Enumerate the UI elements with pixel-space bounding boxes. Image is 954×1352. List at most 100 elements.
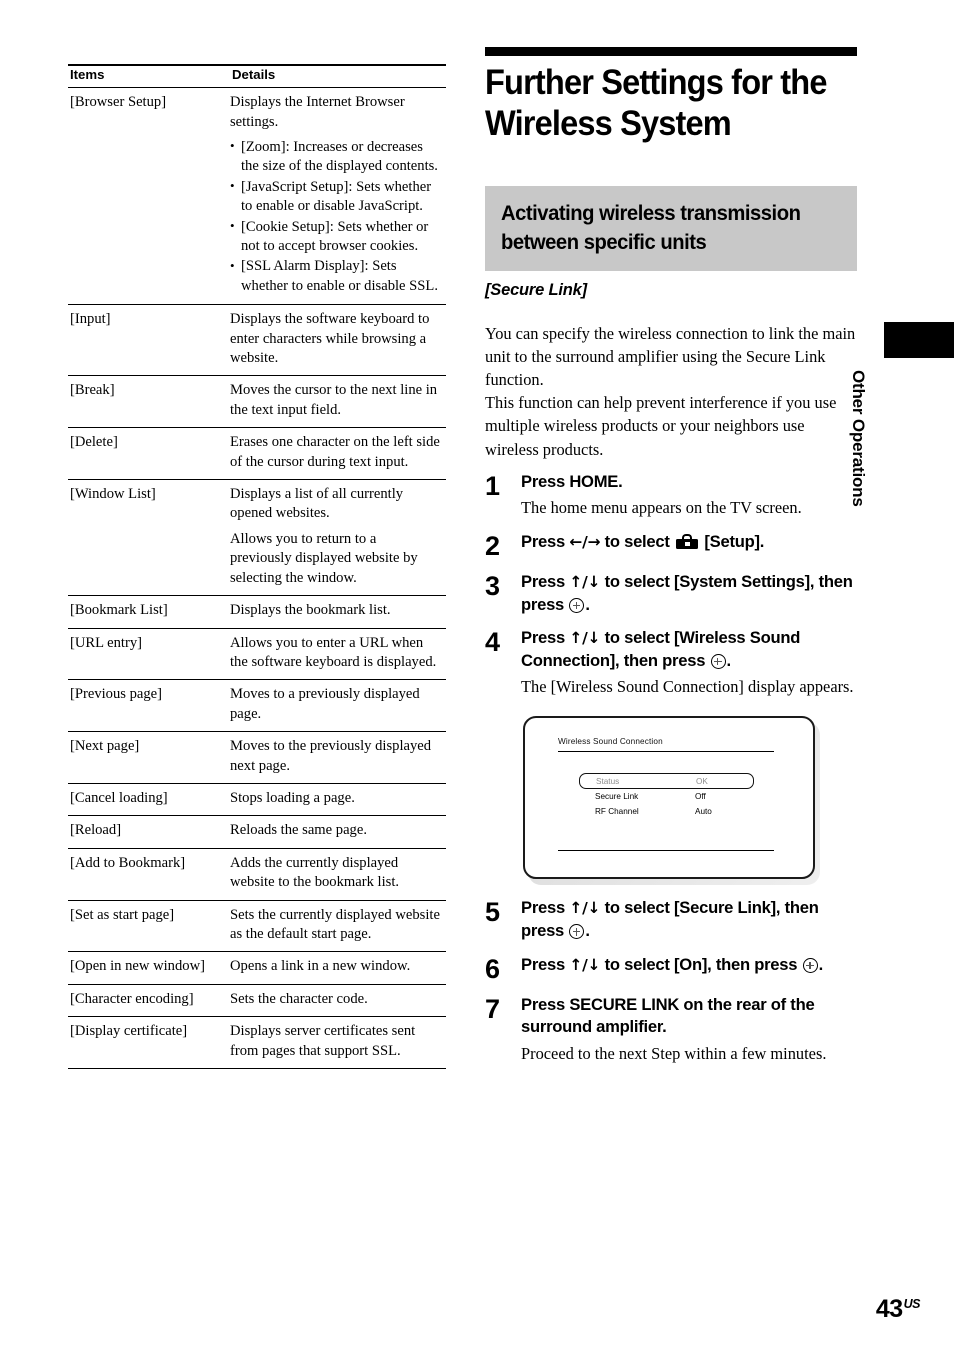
cell-details: Allows you to enter a URL when the softw… (230, 628, 446, 681)
cell-item: [Window List] (68, 479, 230, 597)
cell-details: Moves to a previously displayed page. (230, 679, 446, 733)
cell-item: [Break] (68, 375, 230, 429)
intro-text: You can specify the wireless connection … (485, 322, 857, 461)
chapter-tab-marker (884, 322, 954, 358)
cell-item: [Reload] (68, 815, 230, 849)
step-body: Press ↑/↓ to select [System Settings], t… (521, 571, 857, 616)
cell-details: Stops loading a page. (230, 783, 446, 817)
step-note: The [Wireless Sound Connection] display … (521, 677, 854, 697)
cell-item: [Browser Setup] (68, 87, 230, 306)
step-number: 1 (485, 470, 500, 501)
detail-paragraph: Displays server certificates sent from p… (230, 1023, 416, 1059)
table-row: [Add to Bookmark] Adds the currently disp… (68, 848, 446, 901)
cell-details: Moves to the previously displayed next p… (230, 731, 446, 784)
tv-setting-row-selected[interactable]: Status OK (579, 773, 754, 790)
cell-item: [Add to Bookmark] (68, 848, 230, 901)
tv-setting-label: RF Channel (595, 807, 639, 817)
step-number: 2 (485, 531, 500, 562)
step-text-after: . (585, 921, 590, 940)
cell-details: Erases one character on the left side of… (230, 427, 446, 481)
table-row: [Display certificate] Displays server cer… (68, 1016, 446, 1070)
step-body: Press ←/→ to select [Setup]. (521, 531, 857, 554)
step-text-mid: to select [On], then press (600, 954, 802, 974)
step-instruction: Press ↑/↓ to select [On], then press . (521, 954, 857, 977)
step-number: 3 (485, 571, 500, 602)
table-row: [Browser Setup] Displays the Internet Bro… (68, 87, 446, 306)
detail-paragraph: Opens a link in a new window. (230, 958, 411, 975)
step-body: Press SECURE LINK on the rear of the sur… (521, 994, 857, 1066)
step-text-after: . (726, 650, 732, 670)
intro-paragraph-2: This function can help prevent interfere… (485, 393, 837, 459)
step-body: Press ↑/↓ to select [On], then press . (521, 954, 857, 977)
cell-details: Adds the currently displayed website to … (230, 848, 446, 901)
step-instruction: Press ↑/↓ to select [System Settings], t… (521, 571, 857, 616)
cell-details: Displays the software keyboard to enter … (230, 304, 446, 377)
tv-display-figure: Wireless Sound Connection Status OK Secure… (523, 716, 820, 886)
detail-paragraph: Displays the Internet Browser settings. (230, 94, 405, 130)
cell-item: [Bookmark List] (68, 595, 230, 629)
page-region-suffix: US (903, 1297, 921, 1311)
tv-screen: Wireless Sound Connection Status OK Secure… (523, 716, 815, 880)
intro-paragraph-1: You can specify the wireless connection … (485, 323, 856, 390)
column-header-items: Items (68, 64, 230, 89)
table-row: [URL entry] Allows you to enter a URL whe… (68, 628, 446, 681)
table-row: [Cancel loading] Stops loading a page. (68, 783, 446, 817)
tv-setting-row[interactable]: Secure Link Off (579, 789, 754, 804)
step-4: 4 Press ↑/↓ to select [Wireless Sound Co… (485, 627, 857, 699)
enter-button-icon (569, 924, 585, 939)
detail-paragraph: Sets the character code. (230, 990, 368, 1007)
cell-item: [Delete] (68, 427, 230, 481)
cell-item: [Input] (68, 304, 230, 377)
cell-details: Displays the bookmark list. (230, 595, 446, 629)
step-6: 6 Press ↑/↓ to select [On], then press . (485, 954, 857, 983)
steps-list: 1 Press HOME. The home menu appears on t… (485, 471, 857, 1066)
up-down-arrows-icon: ↑/↓ (569, 899, 601, 918)
detail-paragraph: Sets the currently displayed website as … (230, 906, 440, 942)
step-text-before: Press (521, 628, 570, 648)
step-instruction: Press SECURE LINK on the rear of the sur… (521, 994, 815, 1037)
step-note: Proceed to the next Step within a few mi… (521, 1043, 827, 1063)
cell-item: [Character encoding] (68, 984, 230, 1018)
tv-setting-label: Status (596, 776, 620, 786)
tv-settings-list: Status OK Secure Link Off RF Channel Auto (579, 773, 754, 819)
tv-setting-value: OK (696, 776, 708, 786)
step-text-before: Press (521, 898, 570, 918)
table-row: [Character encoding] Sets the character c… (68, 984, 446, 1018)
left-right-arrows-icon: ←/→ (569, 533, 601, 552)
detail-bullet-item: [JavaScript Setup]: Sets whether to enab… (230, 177, 440, 217)
table-row: [Input] Displays the software keyboard to… (68, 304, 446, 377)
step-2: 2 Press ←/→ to select [Setup]. (485, 531, 857, 560)
table-row: [Next page] Moves to the previously displ… (68, 731, 446, 784)
tv-top-divider (558, 751, 774, 753)
cell-item: [Open in new window] (68, 951, 230, 985)
table-row: [Reload] Reloads the same page. (68, 815, 446, 849)
step-body: Press ↑/↓ to select [Secure Link], then … (521, 897, 857, 942)
cell-item: [Display certificate] (68, 1016, 230, 1070)
enter-button-icon (710, 653, 726, 669)
cell-details: Displays server certificates sent from p… (230, 1016, 446, 1070)
up-down-arrows-icon: ↑/↓ (569, 573, 601, 592)
detail-paragraph: Moves to the previously displayed next p… (230, 738, 432, 774)
article-column: Further Settings for the Wireless System… (485, 47, 857, 1068)
detail-paragraph: Allows you to return to a previously dis… (230, 530, 418, 586)
step-7: 7 Press SECURE LINK on the rear of the s… (485, 994, 857, 1066)
step-text-after: . (585, 594, 590, 614)
step-number: 4 (485, 627, 500, 658)
section-heading: Activating wireless transmission between… (501, 201, 801, 254)
detail-paragraph: Displays the bookmark list. (230, 602, 391, 619)
step-body: Press HOME. The home menu appears on the… (521, 471, 857, 521)
detail-paragraph: Displays a list of all currently opened … (230, 486, 404, 522)
browser-options-table: Items Details [Browser Setup] Displays th… (68, 64, 446, 1070)
tv-setting-value: Off (695, 792, 706, 802)
step-instruction: Press ←/→ to select [Setup]. (521, 531, 857, 554)
page-title: Further Settings for the Wireless System (485, 63, 827, 143)
step-instruction: Press ↑/↓ to select [Secure Link], then … (521, 897, 857, 942)
up-down-arrows-icon: ↑/↓ (569, 629, 601, 648)
tv-setting-row[interactable]: RF Channel Auto (579, 804, 754, 819)
tv-screen-title: Wireless Sound Connection (558, 737, 663, 747)
up-down-arrows-icon: ↑/↓ (569, 955, 601, 974)
step-number: 5 (485, 897, 500, 928)
